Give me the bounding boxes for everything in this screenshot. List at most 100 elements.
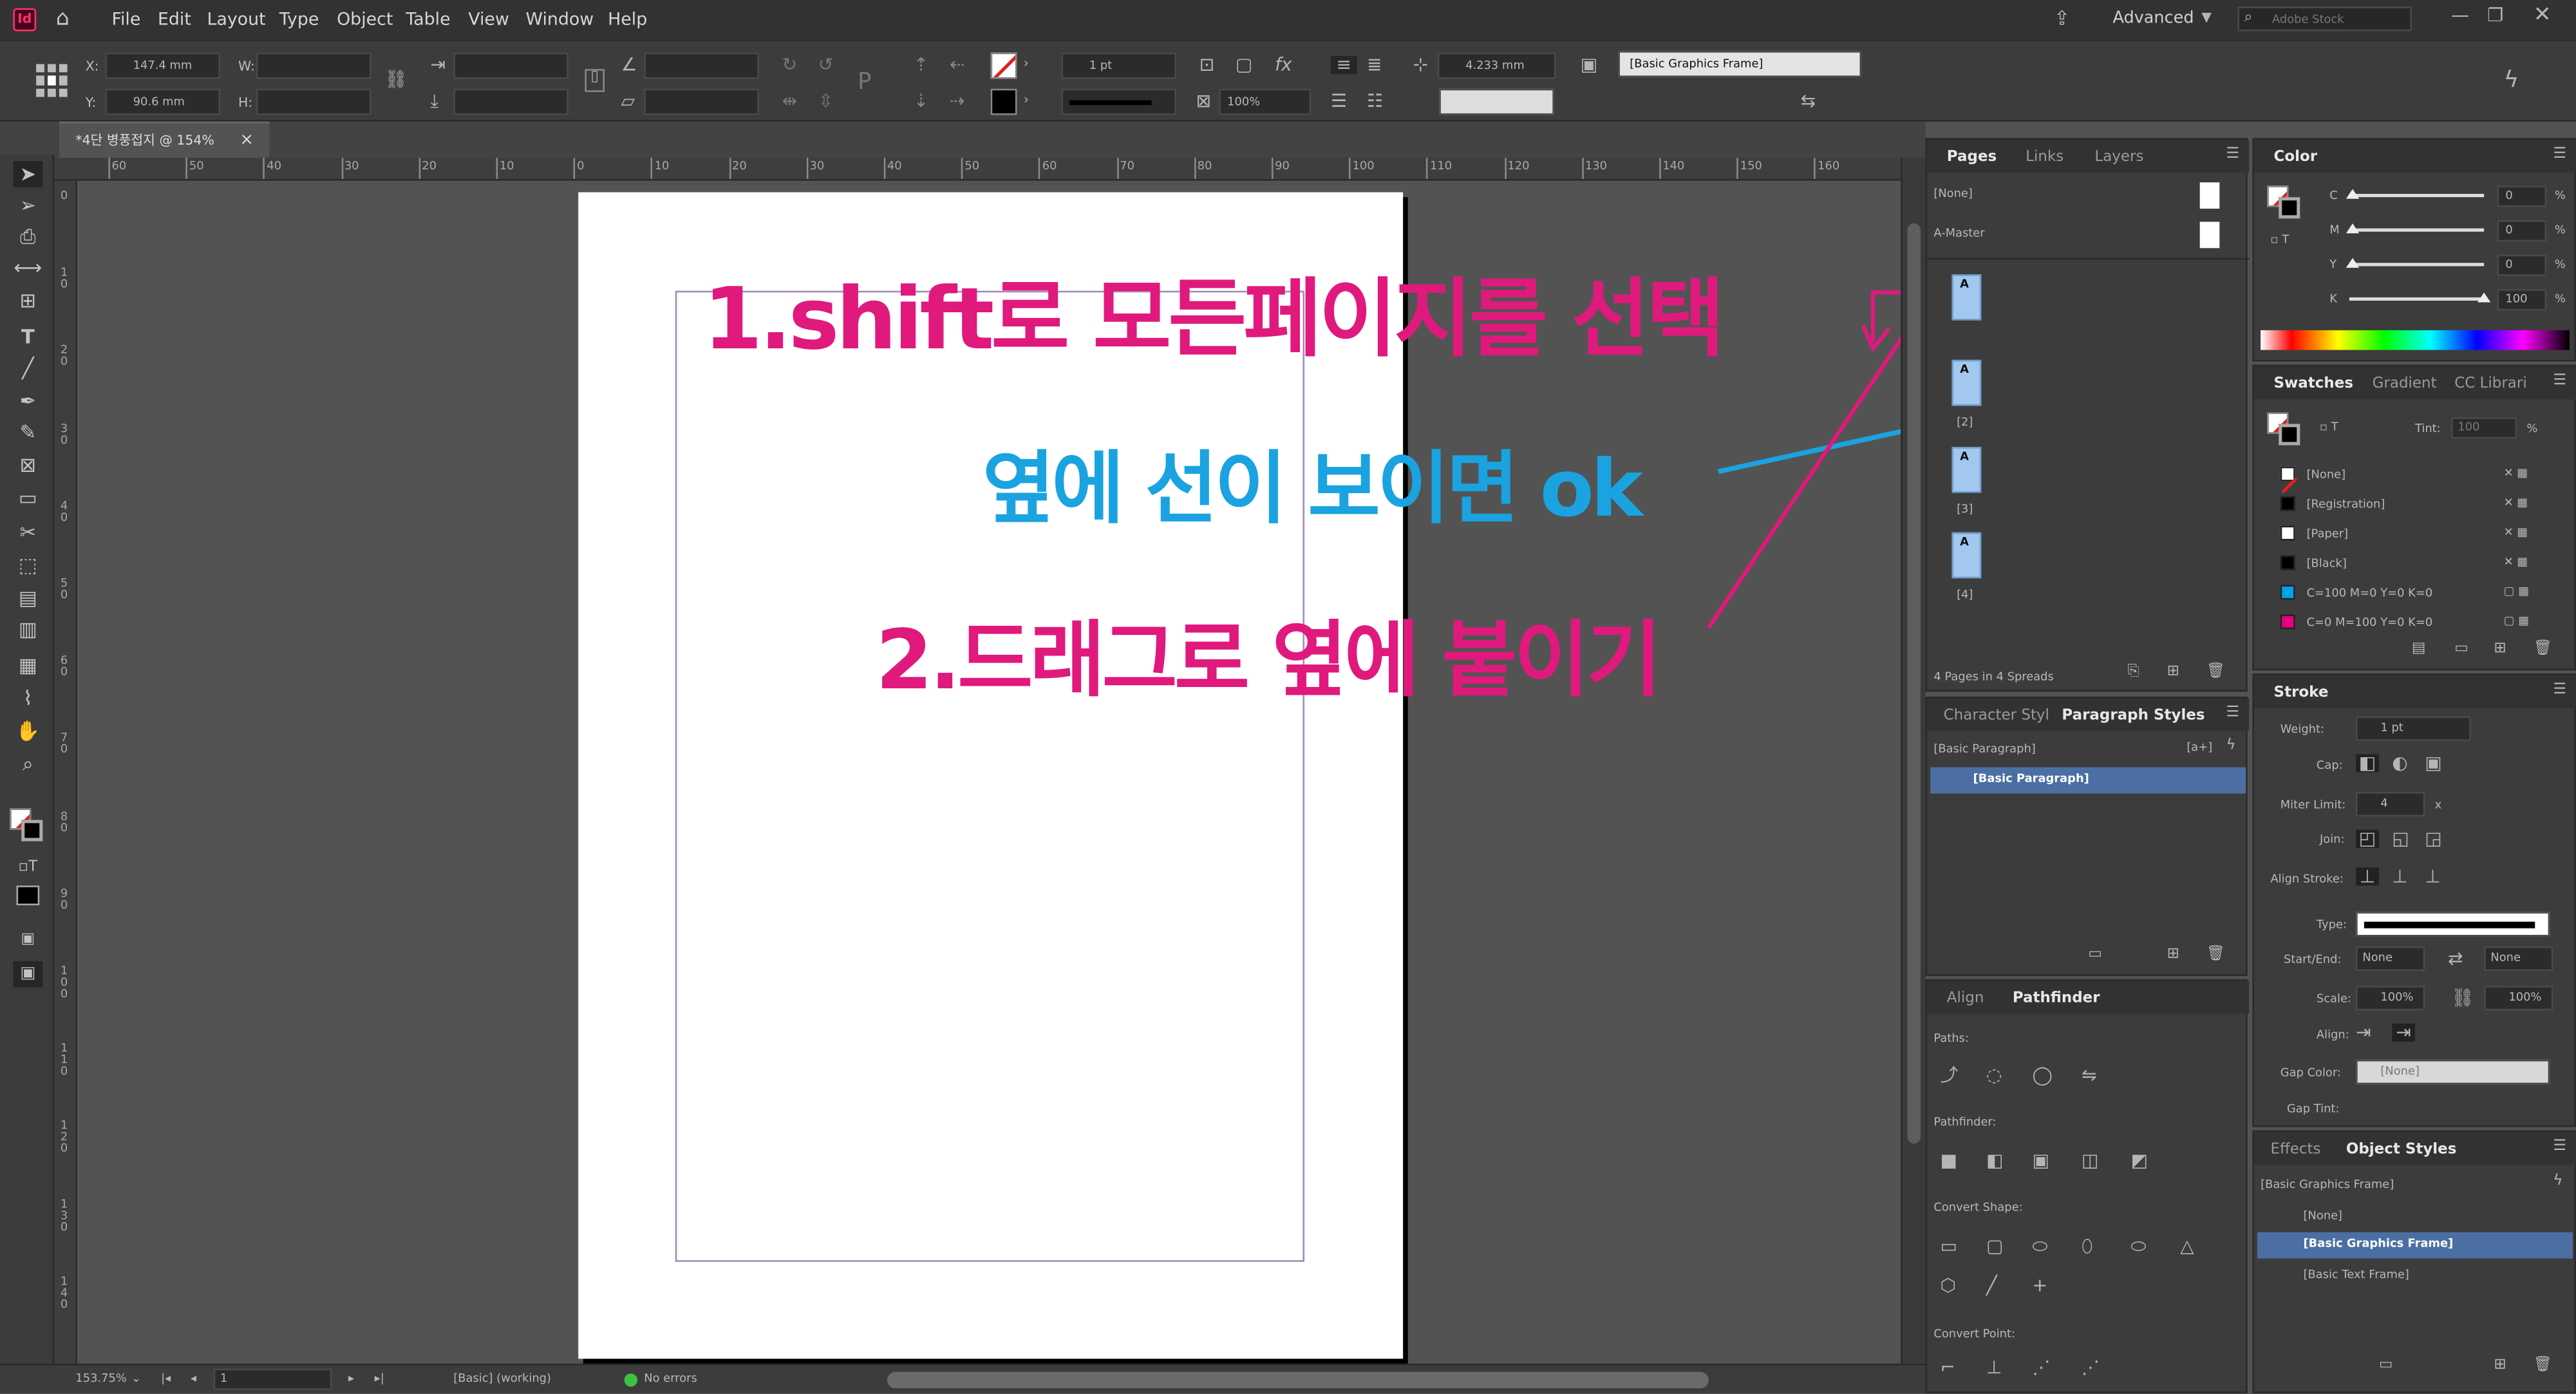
swatch-fill-stroke-proxy[interactable] — [2267, 412, 2303, 448]
page-thumb-3[interactable]: A — [1951, 447, 1982, 493]
end-select[interactable]: None — [2484, 946, 2553, 972]
swatch-row[interactable]: [Black] ✕ ▦ — [2257, 551, 2563, 577]
butt-cap-icon[interactable]: ◧ — [2356, 754, 2379, 773]
color-spectrum[interactable] — [2261, 330, 2570, 350]
corner-point-icon[interactable]: ⊥ — [1986, 1359, 2002, 1377]
polygon-icon[interactable]: ⬡ — [1941, 1277, 1957, 1295]
horizontal-scroll-thumb[interactable] — [887, 1371, 1709, 1389]
a-master[interactable]: A-Master — [1933, 227, 1984, 240]
gap-color-select[interactable]: [None] — [2356, 1059, 2550, 1085]
color-channel-value[interactable]: 0 — [2497, 220, 2547, 242]
stroke-type-select[interactable] — [2356, 912, 2550, 937]
tint-field[interactable]: 100 — [2451, 417, 2517, 439]
align-inside-stroke-icon[interactable]: ⊥ — [2392, 867, 2407, 885]
color-channel-value[interactable]: 0 — [2497, 254, 2547, 276]
align-outside-stroke-icon[interactable]: ⊥ — [2425, 867, 2440, 885]
rounded-rect-icon[interactable]: ▢ — [1986, 1237, 2004, 1255]
none-master[interactable]: [None] — [1933, 188, 1973, 200]
a-master-thumb[interactable] — [2199, 221, 2220, 249]
tab-pages[interactable]: Pages — [1947, 149, 1997, 166]
open-path-icon[interactable]: ◌ — [1986, 1066, 2002, 1084]
minus-back-icon[interactable]: ◩ — [2131, 1152, 2148, 1170]
vertical-scroll-thumb[interactable] — [1907, 223, 1921, 1144]
folder-icon[interactable]: ▭ — [2379, 1358, 2393, 1373]
object-style-selected[interactable]: [Basic Graphics Frame] — [2257, 1232, 2573, 1259]
tab-swatches[interactable]: Swatches — [2274, 376, 2353, 393]
triangle-icon[interactable]: △ — [2180, 1237, 2194, 1255]
zoom-level[interactable]: 153.75% — [75, 1373, 127, 1385]
tab-color[interactable]: Color — [2274, 149, 2318, 166]
inverse-rect-icon[interactable]: ⬯ — [2082, 1237, 2093, 1255]
projecting-cap-icon[interactable]: ▣ — [2425, 754, 2442, 772]
tab-object-styles[interactable]: Object Styles — [2346, 1142, 2457, 1158]
tab-character-styles[interactable]: Character Styl — [1944, 708, 2049, 725]
new-swatch-icon[interactable]: ⊞ — [2494, 641, 2506, 657]
page-thumb-2[interactable]: A — [1951, 359, 1982, 406]
tab-align[interactable]: Align — [1947, 991, 1984, 1008]
paragraph-style-selected[interactable]: [Basic Paragraph] — [1930, 767, 2246, 794]
delete-object-style-icon[interactable]: 🗑 — [2534, 1358, 2552, 1373]
align-center-stroke-icon[interactable]: ⊥ — [2356, 867, 2379, 885]
page-size-icon[interactable]: ⎘ — [2127, 664, 2139, 680]
reverse-path-icon[interactable]: ⇋ — [2082, 1066, 2097, 1084]
swatch-folder-icon[interactable]: ▭ — [2454, 641, 2468, 657]
lightning-icon[interactable]: ϟ — [2553, 1174, 2562, 1189]
panel-menu-icon[interactable]: ☰ — [2553, 683, 2566, 699]
stroke-weight-input[interactable]: 1 pt — [2356, 716, 2471, 741]
tab-paragraph-styles[interactable]: Paragraph Styles — [2062, 708, 2205, 725]
lightning-icon[interactable]: ϟ — [2226, 739, 2236, 754]
color-channel-value[interactable]: 100 — [2497, 289, 2547, 311]
color-slider-thumb[interactable] — [2346, 258, 2360, 268]
arrow-align-2-icon[interactable]: ⇥ — [2392, 1023, 2415, 1042]
swatch-views-icon[interactable]: ▤ — [2412, 641, 2426, 657]
arrow-align-1-icon[interactable]: ⇥ — [2356, 1024, 2371, 1042]
tab-links[interactable]: Links — [2026, 149, 2064, 166]
preflight-status[interactable]: No errors — [644, 1373, 697, 1385]
join-path-icon[interactable]: ⤴ — [1941, 1066, 1959, 1084]
swatch-row[interactable]: [Registration] ✕ ▦ — [2257, 491, 2563, 518]
swatch-row[interactable]: [None] ✕ ▦ — [2257, 462, 2563, 494]
start-select[interactable]: None — [2356, 946, 2425, 972]
formatting-container-icon[interactable]: ▫ T — [2270, 234, 2289, 247]
subtract-shape-icon[interactable]: ◧ — [1986, 1152, 2004, 1170]
color-channel-slider[interactable] — [2349, 194, 2485, 198]
page-thumb-1[interactable]: A — [1951, 274, 1982, 321]
color-channel-slider[interactable] — [2349, 263, 2485, 267]
panel-menu-icon[interactable]: ☰ — [2226, 706, 2240, 721]
zoom-dropdown-icon[interactable]: ⌄ — [131, 1373, 141, 1385]
preflight-profile[interactable]: [Basic] (working) — [453, 1373, 551, 1385]
smooth-point-icon[interactable]: ⋰ — [2032, 1359, 2050, 1377]
delete-swatch-icon[interactable]: 🗑 — [2534, 641, 2552, 657]
color-channel-value[interactable]: 0 — [2497, 185, 2547, 207]
color-slider-thumb[interactable] — [2346, 223, 2360, 234]
tab-layers[interactable]: Layers — [2094, 149, 2143, 166]
delete-style-icon[interactable]: 🗑 — [2206, 947, 2225, 963]
new-style-button-icon[interactable]: ⊞ — [2167, 947, 2179, 963]
intersect-shape-icon[interactable]: ▣ — [2032, 1152, 2049, 1170]
color-channel-slider[interactable] — [2349, 297, 2485, 301]
panel-menu-icon[interactable]: ☰ — [2226, 147, 2240, 163]
symmetric-point-icon[interactable]: ⋰ — [2082, 1359, 2100, 1377]
page-thumb-4[interactable]: A — [1951, 532, 1982, 579]
round-join-icon[interactable]: ◱ — [2392, 830, 2409, 848]
prev-page-icon[interactable]: ◂ — [191, 1373, 196, 1385]
link-scale-icon[interactable]: ⛓ — [2451, 989, 2474, 1007]
next-page-icon[interactable]: ▸ — [348, 1373, 354, 1385]
folder-icon[interactable]: ▭ — [2088, 947, 2102, 963]
new-page-icon[interactable]: ⊞ — [2167, 664, 2179, 680]
scale-end-input[interactable]: 100% — [2484, 986, 2553, 1011]
last-page-icon[interactable]: ▸| — [375, 1373, 384, 1385]
rect-shape-icon[interactable]: ▭ — [1941, 1237, 1958, 1255]
round-cap-icon[interactable]: ◐ — [2392, 754, 2408, 772]
swatch-row[interactable]: C=0 M=100 Y=0 K=0 ▢ ▦ — [2257, 610, 2563, 636]
new-object-style-icon[interactable]: ⊞ — [2494, 1358, 2506, 1373]
bevel-rect-icon[interactable]: ⬭ — [2032, 1237, 2047, 1255]
panel-menu-icon[interactable]: ☰ — [2553, 147, 2566, 163]
swatch-container-icon[interactable]: ▫ T — [2320, 422, 2338, 434]
miter-join-icon[interactable]: ◰ — [2356, 829, 2379, 848]
object-style-none[interactable]: [None] — [2303, 1210, 2342, 1223]
close-path-icon[interactable]: ◯ — [2032, 1066, 2052, 1084]
none-master-thumb[interactable] — [2199, 182, 2220, 209]
vertical-scrollbar[interactable] — [1901, 157, 1926, 1364]
delete-page-icon[interactable]: 🗑 — [2206, 664, 2225, 680]
